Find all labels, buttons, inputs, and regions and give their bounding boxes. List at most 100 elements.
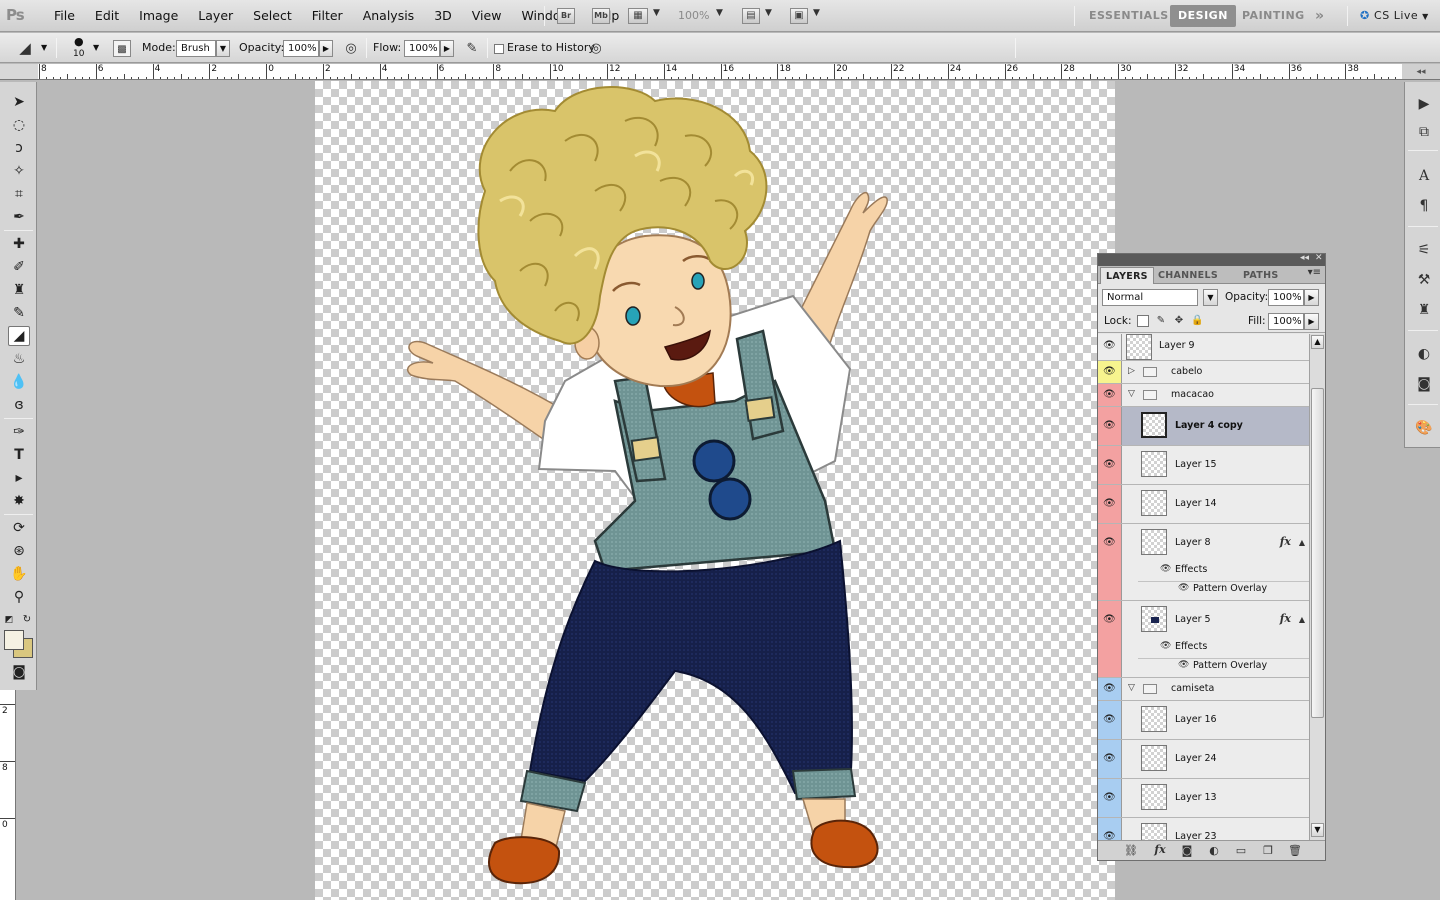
masks-icon[interactable]: ◙: [1413, 374, 1435, 394]
chevron-down-icon[interactable]: ▼: [765, 8, 772, 18]
menu-3d[interactable]: 3D: [424, 0, 462, 32]
hand-tool-icon[interactable]: ✋: [8, 564, 30, 584]
eye-icon[interactable]: 👁: [1103, 389, 1116, 401]
eraser-tool-icon[interactable]: ◢: [8, 326, 30, 346]
lock-all-icon[interactable]: 🔒: [1191, 315, 1203, 327]
blend-mode-select[interactable]: Normal: [1102, 289, 1198, 306]
eye-icon[interactable]: 👁: [1103, 683, 1116, 695]
layer-group-row[interactable]: 👁 ▷ cabelo: [1098, 361, 1309, 384]
zoom-level[interactable]: 100%: [678, 9, 709, 22]
brush-panel-icon[interactable]: ▩: [113, 40, 131, 57]
menu-select[interactable]: Select: [243, 0, 302, 32]
opacity-slider-button[interactable]: ▶: [319, 40, 333, 57]
chevron-down-icon[interactable]: ▼: [716, 8, 723, 18]
dodge-tool-icon[interactable]: ɞ: [8, 395, 30, 415]
layer-visibility[interactable]: 👁: [1098, 740, 1122, 778]
eye-icon[interactable]: 👁: [1160, 641, 1171, 651]
scroll-up-icon[interactable]: ▲: [1311, 335, 1324, 349]
workspace-painting[interactable]: PAINTING: [1234, 5, 1313, 27]
brush-presets-icon[interactable]: ⚟: [1413, 240, 1435, 260]
document-canvas[interactable]: [315, 81, 1115, 900]
layer-visibility[interactable]: 👁: [1098, 384, 1122, 406]
workspace-design[interactable]: DESIGN: [1170, 5, 1236, 27]
eyedropper-tool-icon[interactable]: ✒: [8, 207, 30, 227]
expand-panels-icon[interactable]: ◂◂: [1416, 67, 1425, 77]
ruler-origin[interactable]: [0, 64, 38, 80]
workspace-essentials[interactable]: ESSENTIALS: [1081, 5, 1177, 27]
fill-input[interactable]: 100%: [1268, 313, 1304, 330]
lock-position-icon[interactable]: ✥: [1173, 315, 1185, 327]
chevron-down-icon[interactable]: ▼: [1203, 289, 1218, 306]
lock-transparency-icon[interactable]: [1137, 315, 1149, 327]
layer-visibility[interactable]: 👁: [1098, 779, 1122, 817]
menu-view[interactable]: View: [462, 0, 512, 32]
history-brush-tool-icon[interactable]: ✎: [8, 303, 30, 323]
paint-bucket-tool-icon[interactable]: ♨: [8, 349, 30, 369]
tablet-pressure-icon[interactable]: ◎: [587, 40, 605, 57]
menu-analysis[interactable]: Analysis: [353, 0, 425, 32]
tab-channels[interactable]: CHANNELS: [1153, 267, 1223, 284]
view-extras-icon[interactable]: ▦: [628, 8, 648, 24]
eye-icon[interactable]: 👁: [1103, 420, 1116, 432]
pen-tool-icon[interactable]: ✑: [8, 422, 30, 442]
delete-layer-icon[interactable]: 🗑: [1286, 843, 1304, 859]
more-workspaces-icon[interactable]: »: [1307, 5, 1333, 27]
brush-tool-icon[interactable]: ✐: [8, 257, 30, 277]
collapse-panel-icon[interactable]: ◂◂: [1300, 253, 1309, 263]
paragraph-icon[interactable]: ¶: [1413, 196, 1435, 216]
menu-image[interactable]: Image: [129, 0, 188, 32]
tab-layers[interactable]: LAYERS: [1100, 267, 1154, 284]
history-icon[interactable]: ⧉: [1413, 122, 1435, 142]
layer-visibility[interactable]: 👁: [1098, 407, 1122, 445]
panel-menu-icon[interactable]: ▾≡: [1308, 267, 1321, 278]
character-icon[interactable]: A: [1413, 166, 1435, 186]
minibridge-button[interactable]: Mb: [592, 8, 610, 24]
collapse-group-icon[interactable]: ▽: [1128, 683, 1135, 693]
quick-mask-icon[interactable]: ◙: [8, 662, 30, 682]
new-layer-icon[interactable]: ❐: [1259, 843, 1277, 859]
layer-visibility[interactable]: 👁: [1098, 701, 1122, 739]
add-layer-style-icon[interactable]: fx: [1151, 843, 1169, 859]
eye-icon[interactable]: 👁: [1103, 792, 1116, 804]
eye-icon[interactable]: 👁: [1103, 831, 1116, 840]
add-mask-icon[interactable]: ◙: [1178, 843, 1196, 859]
layer-opacity-slider-button[interactable]: ▶: [1304, 289, 1319, 306]
eye-icon[interactable]: 👁: [1103, 537, 1116, 549]
layer-visibility[interactable]: 👁: [1098, 601, 1122, 677]
3d-orbit-tool-icon[interactable]: ⊛: [8, 541, 30, 561]
erase-to-history-checkbox[interactable]: [494, 44, 504, 54]
layer-row-with-effects[interactable]: 👁 Layer 5 fx ▲ 👁 Effects 👁 Pattern Overl…: [1098, 601, 1309, 678]
panel-titlebar[interactable]: ◂◂ ✕: [1098, 253, 1325, 266]
chevron-down-icon[interactable]: ▼: [41, 33, 47, 63]
eye-icon[interactable]: 👁: [1178, 660, 1189, 670]
healing-brush-tool-icon[interactable]: ✚: [8, 234, 30, 254]
lasso-tool-icon[interactable]: ↄ: [8, 138, 30, 158]
3d-rotate-tool-icon[interactable]: ⟳: [8, 518, 30, 538]
layer-row[interactable]: 👁 Layer 24: [1098, 740, 1309, 779]
crop-tool-icon[interactable]: ⌗: [8, 184, 30, 204]
clone-source-icon[interactable]: ♜: [1413, 300, 1435, 320]
layer-visibility[interactable]: 👁: [1098, 446, 1122, 484]
tool-presets-icon[interactable]: ⚒: [1413, 270, 1435, 290]
fx-icon[interactable]: fx: [1280, 612, 1291, 625]
flow-input[interactable]: 100%: [404, 40, 440, 57]
layer-opacity-input[interactable]: 100%: [1268, 289, 1304, 306]
eye-icon[interactable]: 👁: [1103, 498, 1116, 510]
layer-row[interactable]: 👁 Layer 14: [1098, 485, 1309, 524]
screen-mode-icon[interactable]: ▣: [790, 8, 808, 24]
foreground-color-swatch[interactable]: [4, 630, 24, 650]
eye-icon[interactable]: 👁: [1103, 459, 1116, 471]
path-selection-tool-icon[interactable]: ▸: [8, 468, 30, 488]
fill-slider-button[interactable]: ▶: [1304, 313, 1319, 330]
actions-icon[interactable]: ▶: [1413, 94, 1435, 114]
chevron-down-icon[interactable]: ▼: [93, 33, 99, 63]
zoom-tool-icon[interactable]: ⚲: [8, 587, 30, 607]
marquee-tool-icon[interactable]: ◌: [8, 115, 30, 135]
type-tool-icon[interactable]: T: [8, 445, 30, 465]
layer-row[interactable]: 👁 Layer 16: [1098, 701, 1309, 740]
layer-row[interactable]: 👁 Layer 9: [1098, 334, 1309, 361]
vertical-ruler[interactable]: 2 8 0: [0, 690, 16, 900]
airbrush-pressure-icon[interactable]: ◎: [342, 40, 360, 57]
chevron-down-icon[interactable]: ▼: [813, 8, 820, 18]
layer-visibility[interactable]: 👁: [1098, 818, 1122, 840]
